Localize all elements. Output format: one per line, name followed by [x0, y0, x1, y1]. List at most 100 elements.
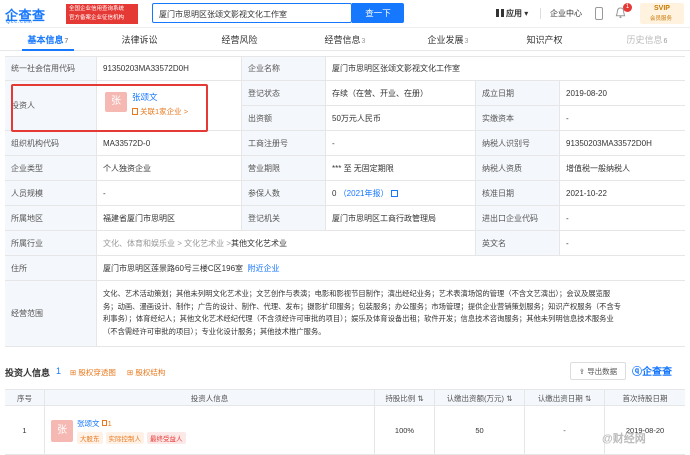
org-code-label: 组织机构代码	[5, 131, 97, 155]
logo-subtext: Qcc.com	[6, 19, 33, 25]
table-row: 企业类型 个人独资企业 营业期限 *** 至 无固定期限 纳税人资质 增值税一般…	[5, 156, 685, 181]
company-name-value: 厦门市思明区张颂文影视文化工作室	[326, 57, 685, 80]
credit-code-label: 统一社会信用代码	[5, 57, 97, 80]
reg-status-label: 登记状态	[242, 81, 326, 105]
tab-basic-info[interactable]: 基本信息7	[18, 29, 78, 51]
reg-no-value: -	[326, 131, 476, 155]
tab-history[interactable]: 历史信息6	[612, 29, 682, 51]
search-button[interactable]: 查一下	[352, 3, 404, 23]
staff-label: 人员规模	[5, 181, 97, 205]
notification-count-badge: 1	[623, 3, 632, 12]
tab-ip[interactable]: 知识产权	[515, 29, 575, 51]
equity-structure-link[interactable]: ⊞ 股权结构	[127, 367, 165, 378]
english-label: 英文名	[476, 231, 560, 255]
row-investor-name[interactable]: 张颂文	[77, 419, 100, 428]
industry-label: 所属行业	[5, 231, 97, 255]
tab-label: 经营信息	[324, 35, 361, 45]
authority-value: 厦门市思明区工商行政管理局	[326, 206, 476, 230]
table-row: 经营范围 文化、艺术活动策划；其他未列明文化艺术业；文艺创作与表演；电影和影视节…	[5, 281, 685, 347]
chart-icon[interactable]	[391, 189, 399, 197]
table-row: 统一社会信用代码 91350203MA33572D0H 企业名称 厦门市思明区张…	[5, 56, 685, 81]
tab-legal[interactable]: 法律诉讼	[110, 29, 170, 51]
scope-cell: 文化、艺术活动策划；其他未列明文化艺术业；文艺创作与表演；电影和影视节目制作；演…	[97, 281, 685, 346]
qcc-logo[interactable]: 企查查 Qcc.com	[5, 4, 65, 25]
row-investor-info: 张颂文 1 大股东 实际控制人 最终受益人	[77, 418, 189, 444]
search-value: 厦门市思明区张颂文影视文化工作室	[159, 10, 287, 19]
org-code-value: MA33572D-0	[97, 131, 242, 155]
company-name-label: 企业名称	[242, 57, 326, 80]
term-value: *** 至 无固定期限	[326, 156, 476, 180]
col-sub-date[interactable]: 认缴出资日期 ⇅	[525, 390, 605, 407]
address-label: 住所	[5, 256, 97, 280]
scope-line: 利事务）；体育经纪人；其他文化艺术经纪代理（不含须经许可审批的项目）；娱乐及体育…	[103, 314, 614, 323]
tab-label: 历史信息	[626, 35, 663, 45]
equity-penetration-link[interactable]: ⊞ 股权穿透图	[70, 367, 116, 378]
founded-value: 2019-08-20	[560, 81, 685, 105]
tab-label: 企业发展	[427, 35, 464, 45]
tag-actual-controller[interactable]: 实际控制人	[105, 431, 144, 444]
grid-icon	[496, 9, 504, 17]
row-index: 1	[5, 406, 45, 455]
col-amount[interactable]: 认缴出资额(万元) ⇅	[435, 390, 525, 407]
investor-section-title: 投资人信息	[5, 368, 51, 378]
staff-value: -	[97, 181, 242, 205]
export-data-button[interactable]: ⇪ 导出数据	[570, 362, 626, 380]
insured-label: 参保人数	[242, 181, 326, 205]
tab-development[interactable]: 企业发展3	[418, 29, 478, 51]
reg-status-value: 存续（在营、开业、在册）	[326, 81, 476, 105]
related-count-text: 1	[107, 418, 112, 428]
col-investor: 投资人信息	[45, 390, 375, 407]
tab-count: 3	[464, 38, 469, 45]
scope-text: 文化、艺术活动策划；其他未列明文化艺术业；文艺创作与表演；电影和影视节目制作；演…	[103, 288, 673, 338]
industry-path[interactable]: 文化、体育和娱乐业 > 文化艺术业 >	[103, 238, 231, 249]
tab-business-risk[interactable]: 经营风险	[210, 29, 270, 51]
tax-qual-label: 纳税人资质	[476, 156, 560, 180]
row-related-count[interactable]: 1	[101, 418, 112, 428]
tag-major-shareholder: 大股东	[77, 431, 103, 444]
row-investor-avatar[interactable]: 张	[51, 419, 73, 442]
tab-label: 知识产权	[526, 35, 563, 45]
building-icon	[101, 419, 107, 426]
tab-count: 7	[64, 38, 69, 45]
row-ratio: 100%	[375, 406, 435, 455]
credit-code-value: 91350203MA33572D0H	[97, 57, 242, 80]
row-investor-cell: 张 张颂文 1 大股东 实际控制人 最终受益人	[45, 406, 375, 455]
address-value: 厦门市思明区莲景路60号三楼C区196室	[103, 263, 244, 273]
row-amount: 50	[435, 406, 525, 455]
insured-cell: 0 （2021年报）	[326, 181, 476, 205]
type-value: 个人独资企业	[97, 156, 242, 180]
svip-button[interactable]: SVIP 会员服务	[640, 3, 684, 24]
nav-divider	[540, 8, 541, 19]
mobile-app-icon[interactable]	[595, 7, 603, 20]
tab-count: 6	[663, 38, 668, 45]
export-icon: ⇪	[578, 367, 588, 376]
insured-year-link[interactable]: （2021年报）	[339, 188, 389, 199]
badge-line-1: 全国企业信用查询系统	[69, 6, 125, 12]
nearby-companies-link[interactable]: 附近企业	[247, 263, 279, 274]
tab-label: 法律诉讼	[121, 35, 158, 45]
founded-label: 成立日期	[476, 81, 560, 105]
col-ratio[interactable]: 持股比例 ⇅	[375, 390, 435, 407]
address-cell: 厦门市思明区莲景路60号三楼C区196室 附近企业	[97, 256, 685, 280]
scope-label: 经营范围	[5, 281, 97, 346]
tag-ultimate-beneficiary[interactable]: 最终受益人	[147, 431, 186, 444]
reg-no-label: 工商注册号	[242, 131, 326, 155]
authority-label: 登记机关	[242, 206, 326, 230]
tab-count: 3	[361, 38, 366, 45]
industry-cell: 文化、体育和娱乐业 > 文化艺术业 > 其他文化艺术业	[97, 231, 476, 255]
tab-business-info[interactable]: 经营信息3	[315, 29, 375, 51]
table-row: 组织机构代码 MA33572D-0 工商注册号 - 纳税人识别号 9135020…	[5, 131, 685, 156]
badge-line-2: 官方备案企业征信机构	[69, 15, 125, 21]
chevron-down-icon: ▾	[522, 9, 529, 18]
search-input[interactable]: 厦门市思明区张颂文影视文化工作室	[152, 3, 352, 23]
import-code-value: -	[560, 206, 685, 230]
col-first-date: 首次持股日期	[622, 394, 668, 403]
investor-table-header: 序号 投资人信息 持股比例 ⇅ 认缴出资额(万元) ⇅ 认缴出资日期 ⇅ 首次持…	[5, 389, 685, 407]
scope-line: 务；动画、漫画设计、制作；广告的设计、制作、代理、发布；摄影扩印服务；包装服务；…	[103, 301, 622, 311]
nav-app-menu[interactable]: 应用 ▾	[496, 8, 528, 19]
nav-enterprise-center[interactable]: 企业中心	[550, 8, 582, 19]
top-bar: 企查查 Qcc.com 全国企业信用查询系统 官方备案企业征信机构 厦门市思明区…	[0, 0, 690, 28]
investor-section-count: 1	[56, 366, 62, 376]
table-row: 登记状态 存续（在营、开业、在册） 成立日期 2019-08-20	[242, 81, 685, 106]
table-row: 所属行业 文化、体育和娱乐业 > 文化艺术业 > 其他文化艺术业 英文名 -	[5, 231, 685, 256]
